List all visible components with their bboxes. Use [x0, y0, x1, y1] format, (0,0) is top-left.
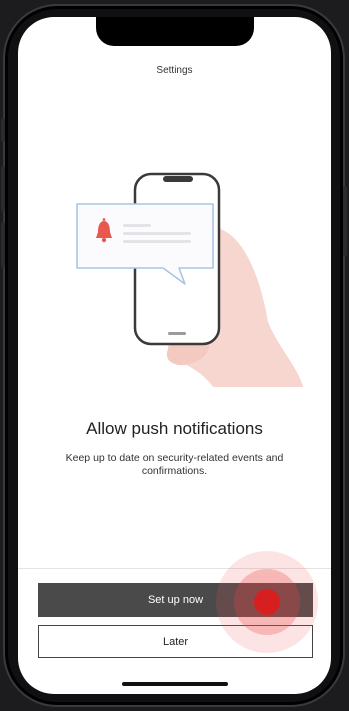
notification-line-1	[123, 224, 151, 227]
phone-screen: Settings Allow push notifications Keep u…	[18, 17, 331, 694]
notification-illustration	[76, 172, 303, 387]
notification-line-2	[123, 232, 191, 235]
side-button-action	[1, 118, 5, 142]
home-indicator[interactable]	[122, 682, 228, 686]
page-title: Settings	[156, 65, 193, 76]
notch	[96, 17, 254, 46]
side-button-volume-up	[1, 166, 5, 212]
notification-line-3	[123, 240, 191, 243]
side-button-volume-down	[1, 222, 5, 268]
illustration-phone-notch	[163, 176, 193, 182]
side-button-power	[343, 186, 347, 256]
tap-indicator-dot	[254, 589, 280, 615]
notification-heading: Allow push notifications	[86, 419, 263, 438]
notification-description: Keep up to date on security-related even…	[65, 452, 284, 477]
illustration-home-bar	[168, 332, 186, 335]
